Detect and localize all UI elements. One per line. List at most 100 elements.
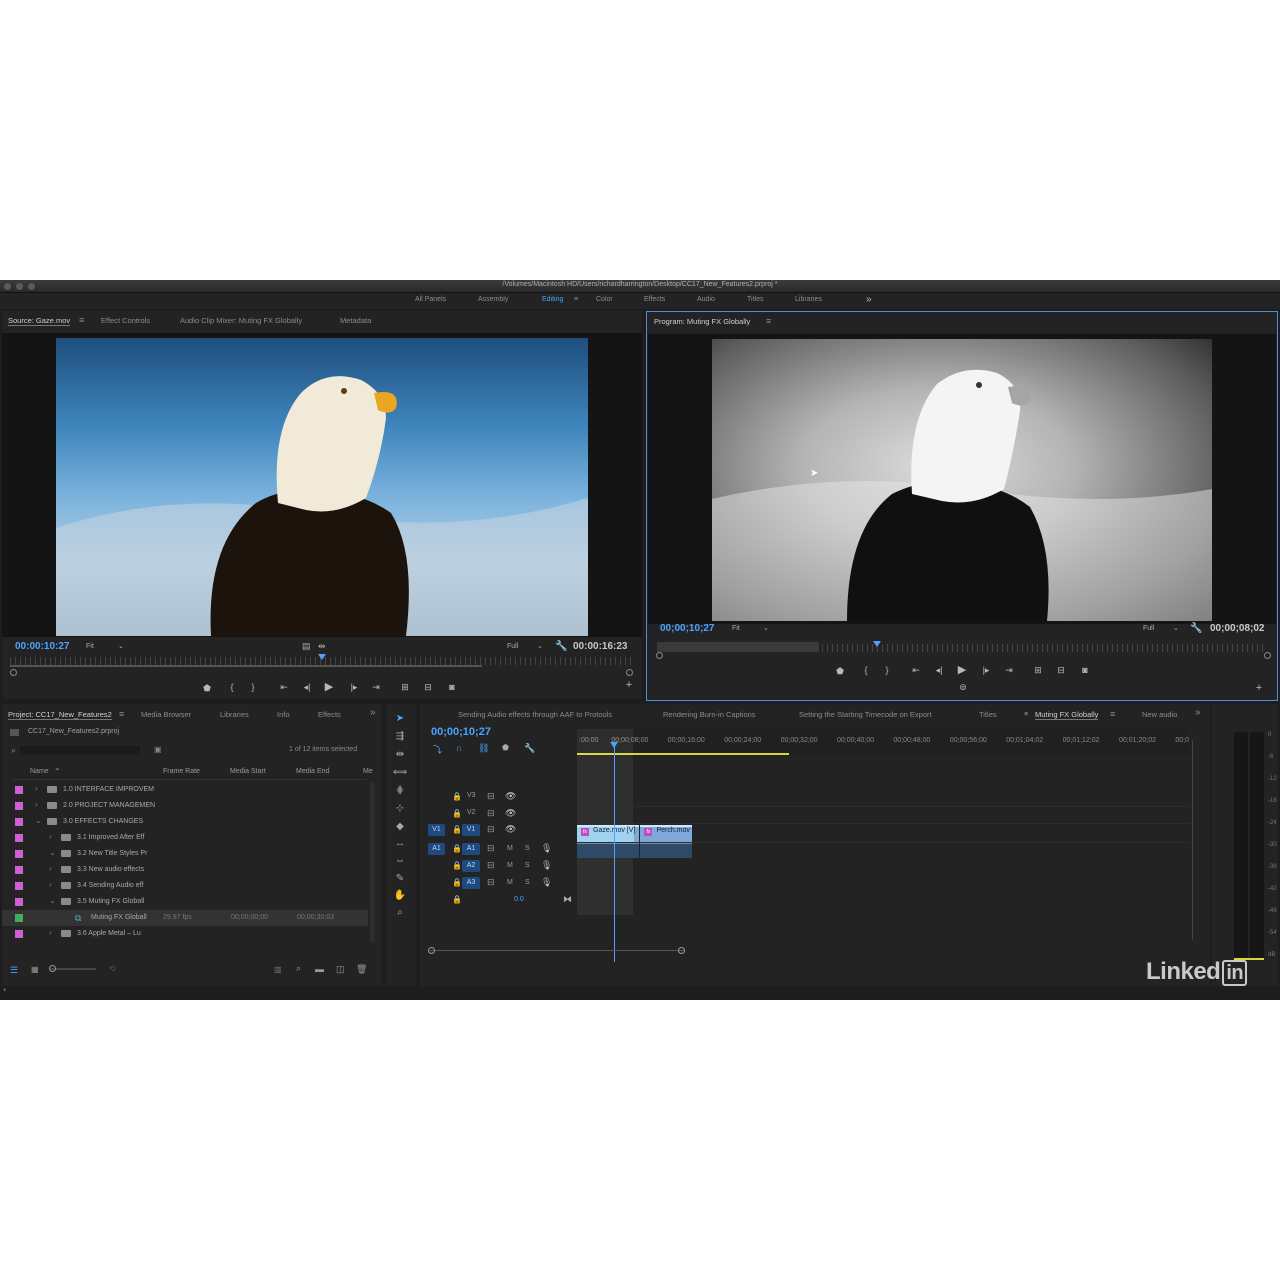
- timeline-playhead-head[interactable]: [609, 742, 618, 748]
- tab-libraries[interactable]: Libraries: [220, 710, 249, 719]
- snap-icon[interactable]: ∩: [456, 743, 462, 753]
- rolling-edit-tool-icon[interactable]: ⟺: [392, 767, 408, 778]
- source-go-to-in-icon[interactable]: ⇤: [277, 682, 291, 693]
- zoom-tool-icon[interactable]: ⌕: [392, 907, 408, 918]
- a2-mute-button[interactable]: M: [507, 862, 513, 869]
- pen-tool-icon[interactable]: ✎: [392, 873, 408, 884]
- workspace-audio[interactable]: Audio: [697, 296, 715, 303]
- track-a2-label[interactable]: A2: [462, 860, 480, 872]
- project-overflow-icon[interactable]: »: [370, 707, 376, 718]
- tab-sequence-titles[interactable]: Titles: [979, 710, 997, 719]
- a1-lock-icon[interactable]: 🔒: [452, 844, 462, 853]
- track-a3-label[interactable]: A3: [462, 877, 480, 889]
- label-color-swatch[interactable]: [15, 914, 23, 922]
- source-zoom-handle-right[interactable]: [626, 669, 633, 676]
- source-wrench-icon[interactable]: 🔧: [555, 641, 567, 652]
- fx-badge-icon[interactable]: fx: [644, 828, 653, 836]
- program-go-to-out-icon[interactable]: ⇥: [1002, 665, 1016, 676]
- automate-to-sequence-icon[interactable]: ▥: [274, 965, 282, 974]
- project-item-row[interactable]: › 3.6 Apple Metal – Lu: [2, 926, 368, 942]
- source-zoom-handle-left[interactable]: [10, 669, 17, 676]
- master-track-end-icon[interactable]: ⧓: [563, 894, 572, 905]
- timeline-clip[interactable]: fx Perch.mov [V]: [640, 825, 700, 842]
- column-media-start[interactable]: Media Start: [230, 768, 266, 775]
- disclosure-collapsed-icon[interactable]: ›: [49, 832, 52, 841]
- timeline-vertical-scrollbar[interactable]: [1192, 740, 1193, 940]
- source-button-editor-icon[interactable]: +: [622, 679, 636, 691]
- tab-close-icon[interactable]: ×: [1024, 709, 1028, 718]
- add-marker-icon[interactable]: ⬟: [502, 743, 509, 752]
- sort-icons-icon[interactable]: ⟲: [109, 964, 116, 973]
- track-matte-tool-icon[interactable]: ⇔: [392, 855, 408, 866]
- v2-lock-icon[interactable]: 🔒: [452, 809, 462, 818]
- source-mark-out-icon[interactable]: }: [246, 682, 260, 692]
- label-color-swatch[interactable]: [15, 898, 23, 906]
- tab-sequence-aaf[interactable]: Sending Audio effects through AAF to Pro…: [458, 710, 612, 719]
- lane-a1[interactable]: [577, 842, 1189, 858]
- project-item-row[interactable]: › 1.0 INTERFACE IMPROVEM: [2, 782, 368, 798]
- disclosure-collapsed-icon[interactable]: ›: [49, 864, 52, 873]
- program-menu-icon[interactable]: ≡: [766, 316, 771, 326]
- zoom-slider-handle[interactable]: [49, 965, 56, 972]
- tab-effects[interactable]: Effects: [318, 710, 341, 719]
- v1-sync-lock-icon[interactable]: ⊟: [487, 824, 495, 835]
- program-play-icon[interactable]: ▶: [955, 663, 969, 676]
- a3-solo-button[interactable]: S: [525, 879, 530, 886]
- track-v1-label[interactable]: V1: [462, 824, 480, 836]
- program-button-editor-icon[interactable]: +: [1252, 682, 1266, 694]
- program-export-frame-icon[interactable]: ◙: [1078, 665, 1092, 675]
- drag-video-icon[interactable]: ⇹: [318, 641, 326, 652]
- master-lock-icon[interactable]: 🔒: [452, 895, 462, 904]
- hand-tool-icon[interactable]: ✋: [392, 890, 408, 901]
- workspace-menu-icon[interactable]: ≡: [574, 296, 578, 303]
- program-zoom-handle-left[interactable]: [656, 652, 663, 659]
- disclosure-collapsed-icon[interactable]: ›: [35, 784, 38, 793]
- disclosure-collapsed-icon[interactable]: ›: [35, 800, 38, 809]
- program-wrench-icon[interactable]: 🔧: [1190, 623, 1202, 634]
- selection-tool-icon[interactable]: ➤: [392, 713, 408, 724]
- timeline-audio-clip[interactable]: [577, 843, 640, 858]
- v2-sync-lock-icon[interactable]: ⊟: [487, 808, 495, 819]
- label-color-swatch[interactable]: [15, 818, 23, 826]
- a3-sync-lock-icon[interactable]: ⊟: [487, 877, 495, 888]
- slide-tool-icon[interactable]: ↔: [392, 838, 408, 849]
- workspace-titles[interactable]: Titles: [747, 296, 763, 303]
- slip-tool-icon[interactable]: ◆: [392, 821, 408, 832]
- program-step-back-icon[interactable]: ◂|: [932, 665, 946, 676]
- timeline-audio-clip[interactable]: [640, 843, 693, 858]
- disclosure-expanded-icon[interactable]: ⌄: [35, 816, 42, 825]
- a2-mic-icon[interactable]: 🎙: [541, 860, 552, 871]
- timeline-timecode[interactable]: 00;00;10;27: [431, 726, 491, 738]
- tab-program[interactable]: Program: Muting FX Globally: [654, 317, 750, 326]
- source-go-to-out-icon[interactable]: ⇥: [369, 682, 383, 693]
- source-add-marker-icon[interactable]: ⬟: [200, 683, 214, 694]
- tab-source[interactable]: Source: Gaze.mov: [8, 316, 71, 326]
- insert-nest-icon[interactable]: ⤵: [433, 743, 442, 756]
- project-item-row[interactable]: ⧉ Muting FX Globall 29.97 fps 00;00;00;00 00…: [2, 910, 368, 926]
- tab-info[interactable]: Info: [277, 710, 290, 719]
- a3-mic-icon[interactable]: 🎙: [541, 877, 552, 888]
- a1-solo-button[interactable]: S: [525, 845, 530, 852]
- tab-effect-controls[interactable]: Effect Controls: [101, 316, 150, 325]
- timeline-playhead-line[interactable]: [609, 742, 618, 962]
- rate-stretch-tool-icon[interactable]: ⋕: [392, 785, 408, 796]
- overwrite-icon[interactable]: ⊟: [421, 682, 435, 693]
- track-select-tool-icon[interactable]: ⇶: [392, 731, 408, 742]
- icon-view-icon[interactable]: ▦: [31, 965, 39, 974]
- workspace-effects[interactable]: Effects: [644, 296, 665, 303]
- label-color-swatch[interactable]: [15, 866, 23, 874]
- v3-sync-lock-icon[interactable]: ⊟: [487, 791, 495, 802]
- search-input[interactable]: [20, 746, 140, 755]
- program-playhead[interactable]: [872, 641, 881, 647]
- source-fit-dropdown[interactable]: Fit: [86, 643, 94, 650]
- column-media-end[interactable]: Media End: [296, 768, 329, 775]
- workspace-all-panels[interactable]: All Panels: [415, 296, 446, 303]
- insert-icon[interactable]: ⊞: [398, 682, 412, 693]
- timeline-overflow-icon[interactable]: »: [1195, 707, 1201, 718]
- v1-lock-icon[interactable]: 🔒: [452, 825, 462, 834]
- v2-eye-icon[interactable]: 👁: [505, 808, 516, 819]
- v3-eye-icon[interactable]: 👁: [505, 791, 516, 802]
- timeline-zoom-right-handle[interactable]: [678, 947, 685, 954]
- label-color-swatch[interactable]: [15, 882, 23, 890]
- workspace-libraries[interactable]: Libraries: [795, 296, 822, 303]
